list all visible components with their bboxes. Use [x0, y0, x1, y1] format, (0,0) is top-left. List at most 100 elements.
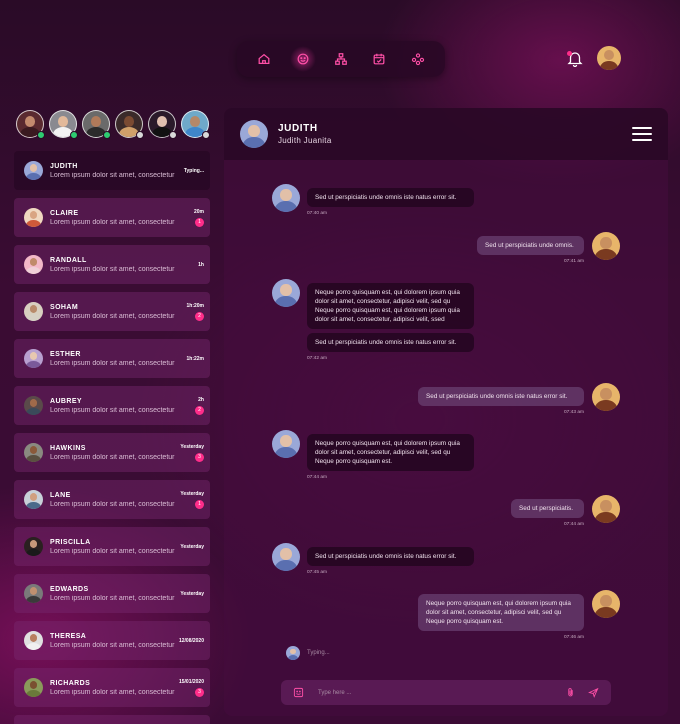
message-outgoing: Neque porro quisquam est, qui dolorem ip…	[418, 590, 620, 640]
message-bubble: Neque porro quisquam est, qui dolorem ip…	[307, 283, 474, 329]
contact-item-richards[interactable]: RICHARDS Lorem ipsum dolor sit amet, cons…	[14, 668, 210, 707]
avatar	[24, 349, 43, 368]
message-composer: Type here ...	[281, 680, 611, 705]
unread-badge: 1	[195, 217, 204, 227]
chat-contact-fullname: Judith Juanita	[278, 136, 332, 145]
message-time: 07:44 am	[563, 522, 584, 527]
contact-name: AUBREY	[50, 397, 82, 405]
avatar	[24, 302, 43, 321]
typing-label: Typing...	[307, 650, 330, 656]
profile-avatar[interactable]	[597, 46, 621, 70]
message-bubble: Neque porro quisquam est, qui dolorem ip…	[307, 434, 474, 471]
contact-item-claire[interactable]: CLAIRE Lorem ipsum dolor sit amet, consec…	[14, 198, 210, 237]
story-avatar[interactable]	[115, 110, 144, 139]
message-bubble: Sed ut perspiciatis unde omnis iste natu…	[307, 547, 474, 566]
avatar	[592, 495, 620, 523]
contact-last-message: Lorem ipsum dolor sit amet, consectetur	[50, 218, 175, 226]
contact-item-edwards[interactable]: EDWARDS Lorem ipsum dolor sit amet, conse…	[14, 574, 210, 613]
contact-time: Yesterday	[180, 443, 204, 450]
avatar	[24, 208, 43, 227]
avatar	[24, 255, 43, 274]
message-input[interactable]: Type here ...	[318, 690, 565, 696]
avatar	[272, 184, 300, 212]
contact-last-message: Lorem ipsum dolor sit amet, consectetur	[50, 453, 175, 461]
contact-last-message: Lorem ipsum dolor sit amet, consectetur	[50, 171, 175, 179]
contact-list: JUDITH Lorem ipsum dolor sit amet, consec…	[14, 151, 210, 724]
contact-name: ESTHER	[50, 350, 81, 358]
message-bubble: Sed ut perspiciatis.	[511, 499, 584, 518]
avatar	[272, 430, 300, 458]
contact-name: EDWARDS	[50, 585, 89, 593]
menu-button[interactable]	[632, 127, 652, 141]
message-bubble: Neque porro quisquam est, qui dolorem ip…	[418, 594, 584, 631]
message-time: 07:43 am	[563, 410, 584, 415]
contact-name: THERESA	[50, 632, 87, 640]
contact-item-randall[interactable]: RANDALL Lorem ipsum dolor sit amet, conse…	[14, 245, 210, 284]
avatar	[24, 584, 43, 603]
avatar	[592, 383, 620, 411]
story-avatar[interactable]	[49, 110, 78, 139]
chat-contact-name: JUDITH	[278, 123, 318, 134]
story-avatar[interactable]	[148, 110, 177, 139]
contact-time: 2h	[198, 396, 204, 403]
contact-item-esther[interactable]: ESTHER Lorem ipsum dolor sit amet, consec…	[14, 339, 210, 378]
unread-badge: 3	[195, 687, 204, 697]
attachment-icon[interactable]	[565, 687, 576, 698]
contact-item-lane[interactable]: LANE Lorem ipsum dolor sit amet, consecte…	[14, 480, 210, 519]
message-incoming: Neque porro quisquam est, qui dolorem ip…	[272, 279, 474, 361]
contact-last-message: Lorem ipsum dolor sit amet, consectetur	[50, 547, 175, 555]
message-bubble: Sed ut perspiciatis unde omnis iste natu…	[307, 333, 474, 352]
contact-item-aubrey[interactable]: AUBREY Lorem ipsum dolor sit amet, consec…	[14, 386, 210, 425]
online-status-dot	[70, 131, 78, 139]
contact-name: CLAIRE	[50, 209, 79, 217]
contact-item-hawkins[interactable]: HAWKINS Lorem ipsum dolor sit amet, conse…	[14, 433, 210, 472]
contact-time: 12/08/2020	[178, 637, 204, 644]
send-icon[interactable]	[588, 687, 599, 698]
contact-name: RICHARDS	[50, 679, 91, 687]
notifications-button[interactable]	[567, 49, 583, 68]
nav-chat-button[interactable]	[289, 46, 316, 72]
online-contacts-row	[16, 110, 210, 139]
story-avatar[interactable]	[181, 110, 210, 139]
contact-item-judith[interactable]: JUDITH Lorem ipsum dolor sit amet, consec…	[14, 151, 210, 190]
message-time: 07:44 am	[307, 475, 328, 480]
message-incoming: Sed ut perspiciatis unde omnis iste natu…	[272, 184, 474, 216]
contact-item-partial[interactable]	[14, 715, 210, 724]
message-incoming: Neque porro quisquam est, qui dolorem ip…	[272, 430, 474, 480]
contact-name: PRISCILLA	[50, 538, 91, 546]
avatar	[24, 161, 43, 180]
story-avatar[interactable]	[82, 110, 111, 139]
network-icon	[335, 53, 347, 65]
story-avatar[interactable]	[16, 110, 45, 139]
nav-network-button[interactable]	[328, 46, 354, 72]
contact-item-theresa[interactable]: THERESA Lorem ipsum dolor sit amet, conse…	[14, 621, 210, 660]
contact-item-soham[interactable]: SOHAM Lorem ipsum dolor sit amet, consect…	[14, 292, 210, 331]
message-time: 07:41 am	[563, 259, 584, 264]
top-nav	[237, 41, 445, 77]
avatar	[286, 646, 300, 660]
offline-status-dot	[169, 131, 177, 139]
message-time: 07:42 am	[307, 356, 328, 361]
message-incoming: Sed ut perspiciatis unde omnis iste natu…	[272, 543, 474, 575]
avatar	[24, 490, 43, 509]
contact-item-priscilla[interactable]: PRISCILLA Lorem ipsum dolor sit amet, con…	[14, 527, 210, 566]
chat-icon	[297, 53, 309, 65]
emoji-icon[interactable]	[293, 687, 304, 698]
contact-last-message: Lorem ipsum dolor sit amet, consectetur	[50, 265, 175, 273]
message-outgoing: Sed ut perspiciatis unde omnis iste natu…	[418, 383, 620, 415]
avatar	[24, 443, 43, 462]
message-outgoing: Sed ut perspiciatis unde omnis. 07:41 am	[477, 232, 620, 264]
avatar	[24, 396, 43, 415]
notification-dot	[567, 51, 572, 56]
group-icon	[411, 53, 424, 66]
chat-contact-avatar[interactable]	[240, 120, 268, 148]
typing-indicator: Typing...	[183, 167, 204, 174]
contact-time: Yesterday	[180, 590, 204, 597]
avatar	[592, 232, 620, 260]
menu-icon	[632, 127, 652, 129]
nav-calendar-button[interactable]	[366, 46, 392, 72]
nav-home-button[interactable]	[251, 46, 277, 72]
nav-group-button[interactable]	[405, 46, 431, 72]
contact-last-message: Lorem ipsum dolor sit amet, consectetur	[50, 359, 175, 367]
online-status-dot	[103, 131, 111, 139]
